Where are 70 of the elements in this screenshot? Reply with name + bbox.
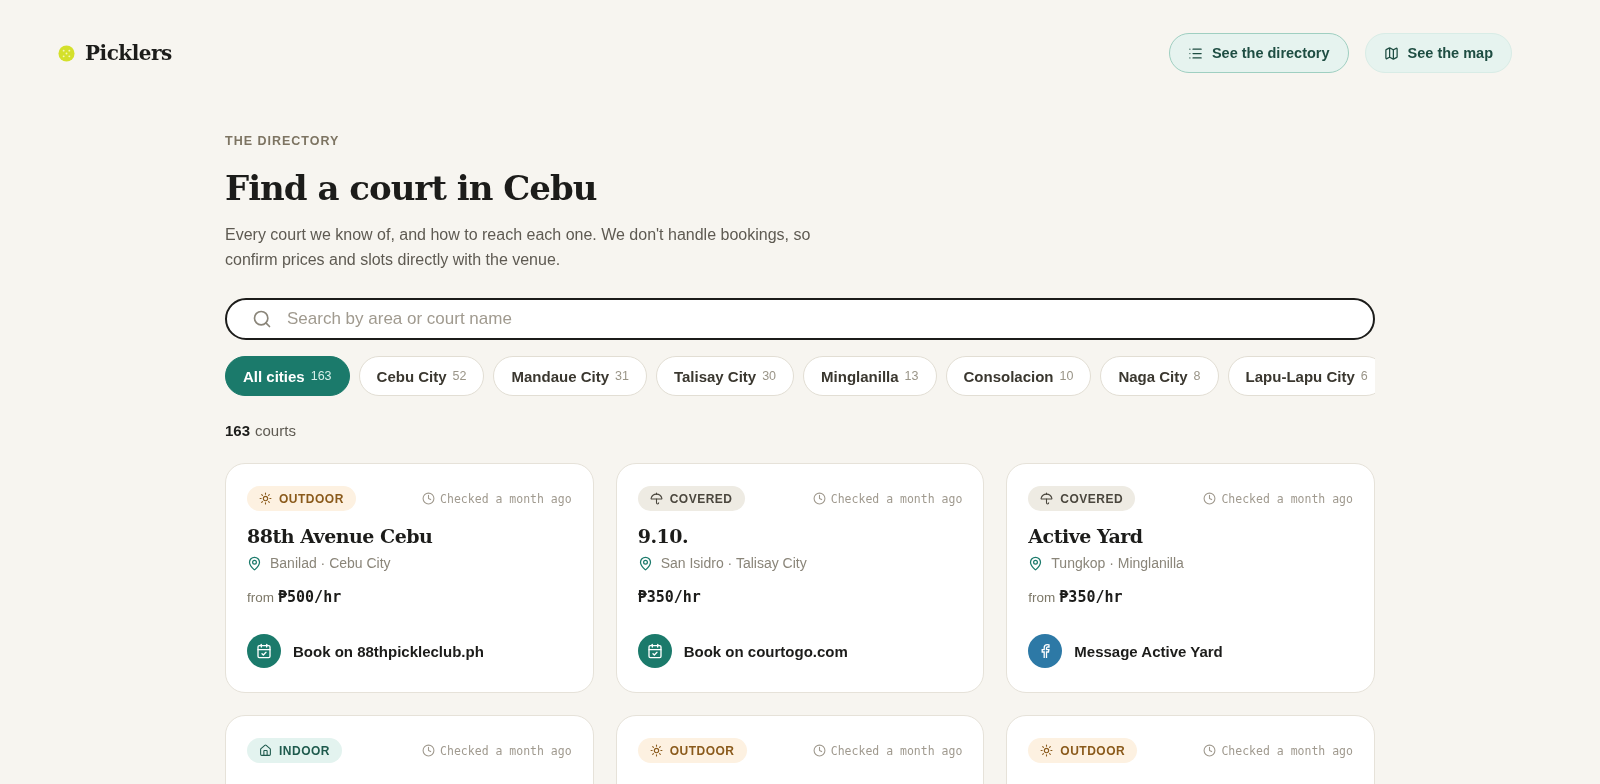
map-icon [1383, 45, 1399, 61]
nav-button[interactable]: See the map [1364, 33, 1512, 73]
court-type-tag: OUTDOOR [637, 738, 747, 763]
court-type-tag: COVERED [637, 486, 745, 511]
city-filter-chip[interactable]: Talisay City 30 [655, 356, 795, 396]
pickleball-icon [58, 44, 75, 62]
sun-icon [649, 744, 663, 757]
clock-icon [422, 744, 436, 757]
court-type-tag: COVERED [1028, 486, 1136, 511]
court-type-tag: INDOOR [247, 738, 342, 763]
checked-time: Checked a month ago [830, 491, 963, 506]
city-filter-chip[interactable]: Minglanilla 13 [803, 356, 937, 396]
court-location: San Isidro · Talisay City [660, 555, 807, 571]
price-prefix: from [247, 590, 274, 605]
court-card[interactable]: OUTDOOR Checked a month ago [615, 715, 985, 784]
court-price: ₱500/hr [278, 588, 342, 606]
city-filter-chip[interactable]: Consolacion 10 [945, 356, 1092, 396]
court-card[interactable]: INDOOR Checked a month ago [225, 715, 594, 784]
umbrella-icon [649, 492, 663, 505]
location-pin-icon [637, 555, 653, 571]
search-field[interactable]: Search by area or court name [225, 298, 1375, 340]
search-icon [252, 309, 272, 329]
city-filter-chip[interactable]: All cities 163 [225, 356, 350, 396]
brand-name[interactable]: Picklers [85, 41, 172, 65]
calendar-badge-icon [247, 634, 281, 668]
court-card[interactable]: OUTDOOR Checked a month ago 88th Avenue Cebu Banilad · Cebu City from ₱500/hr Book on 88thpickleclub.ph [225, 463, 594, 693]
page-title: Find a court in Cebu [225, 168, 598, 208]
court-location: Tungkop · Minglanilla [1051, 555, 1184, 571]
clock-icon [422, 492, 436, 505]
checked-time: Checked a month ago [1221, 743, 1353, 758]
checked-time: Checked a month ago [830, 743, 963, 758]
court-location: Banilad · Cebu City [270, 555, 391, 571]
location-pin-icon [1028, 555, 1044, 571]
city-filter-chip[interactable]: Naga City 8 [1100, 356, 1219, 396]
clock-icon [1203, 744, 1217, 757]
result-label: courts [255, 422, 296, 439]
court-name: 88th Avenue Cebu [247, 525, 434, 547]
location-pin-icon [247, 555, 262, 571]
calendar-badge-icon [637, 634, 672, 668]
contact-link[interactable]: Book on 88thpickleclub.ph [293, 642, 484, 660]
result-count: 163 [225, 422, 251, 439]
city-filter-chip[interactable]: Lapu-Lapu City 6 [1227, 356, 1375, 396]
court-price: ₱350/hr [1059, 588, 1123, 606]
court-card[interactable]: OUTDOOR Checked a month ago [1006, 715, 1375, 784]
list-icon [1187, 45, 1203, 61]
sun-icon [259, 492, 272, 505]
court-type-tag: OUTDOOR [1028, 738, 1138, 763]
intro-text: Every court we know of, and how to reach each one. We don't handle bookings, so confirm prices and slots directly with the venue. [225, 225, 812, 270]
house-icon [259, 744, 272, 757]
price-prefix: from [1028, 590, 1056, 605]
court-type-tag: OUTDOOR [247, 486, 356, 511]
contact-link[interactable]: Message Active Yard [1074, 642, 1223, 660]
section-eyebrow: THE DIRECTORY [225, 134, 341, 148]
nav-button[interactable]: See the directory [1168, 33, 1349, 73]
court-card[interactable]: COVERED Checked a month ago Active Yard Tungkop · Minglanilla from ₱350/hr Message Active Yard [1006, 463, 1375, 693]
court-name: Active Yard [1028, 525, 1144, 547]
sun-icon [1040, 744, 1054, 757]
clock-icon [812, 744, 826, 757]
city-filter-chip[interactable]: Cebu City 52 [358, 356, 485, 396]
court-name: 9.10. [637, 525, 690, 547]
umbrella-icon [1040, 492, 1054, 505]
checked-time: Checked a month ago [440, 743, 572, 758]
checked-time: Checked a month ago [440, 491, 572, 506]
contact-link[interactable]: Book on courtogo.com [683, 642, 848, 660]
clock-icon [812, 492, 826, 505]
checked-time: Checked a month ago [1221, 491, 1353, 506]
city-filter-chip[interactable]: Mandaue City 31 [493, 356, 647, 396]
court-card[interactable]: COVERED Checked a month ago 9.10. San Isidro · Talisay City ₱350/hr Book on courtogo.com [615, 463, 985, 693]
clock-icon [1203, 492, 1217, 505]
court-price: ₱350/hr [637, 588, 701, 606]
